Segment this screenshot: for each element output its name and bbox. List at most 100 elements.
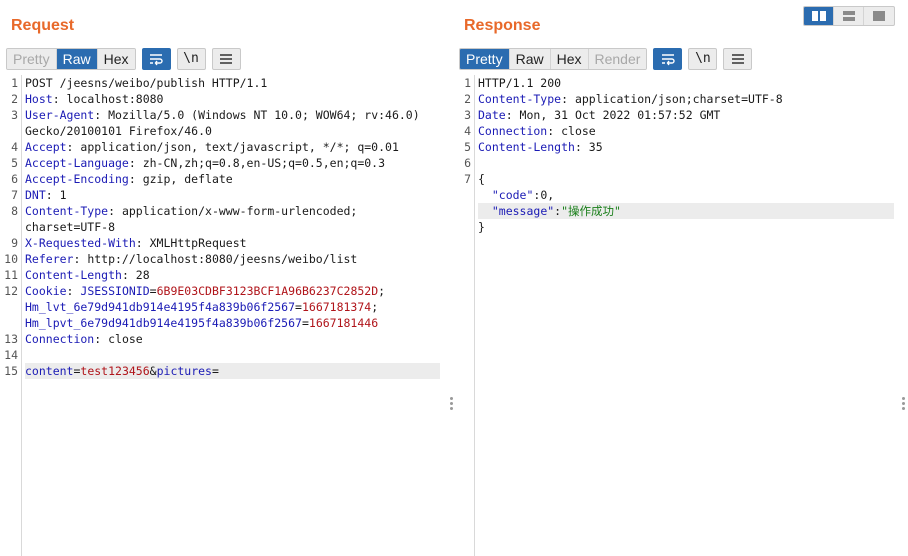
token: HTTP/1.1 200 xyxy=(478,76,562,90)
token: & xyxy=(149,364,157,378)
token: : http://localhost:8080/jeesns/weibo/lis… xyxy=(73,252,358,266)
token: content xyxy=(25,364,74,378)
line-number: 5 xyxy=(11,156,18,170)
request-title: Request xyxy=(11,17,75,34)
code-line: 1 HTTP/1.1 200 xyxy=(453,75,894,91)
token: : application/json;charset=UTF-8 xyxy=(561,92,783,106)
token: Content-Length xyxy=(25,268,122,282)
request-tab-raw[interactable]: Raw xyxy=(56,48,98,69)
token: 1667181374 xyxy=(301,300,372,314)
line-number: 6 xyxy=(11,172,18,186)
code-line: 10 Referer: http://localhost:8080/jeesns/… xyxy=(0,251,440,267)
token: Hm_lvt_6e79d941db914e4195f4a839b06f2567 xyxy=(25,300,296,314)
response-tab-hex[interactable]: Hex xyxy=(550,48,589,69)
line-number: 11 xyxy=(4,268,18,282)
response-panel: Response Pretty Raw Hex Render \n 1 HTTP/… xyxy=(453,0,908,556)
line-text: Hm_lvt_6e79d941db914e4195f4a839b06f2567=… xyxy=(25,299,440,315)
line-text: Accept-Language: zh-CN,zh;q=0.8,en-US;q=… xyxy=(25,155,440,171)
line-number: 3 xyxy=(464,108,471,122)
response-menu-button[interactable] xyxy=(723,47,753,70)
line-number: 7 xyxy=(11,188,18,202)
wrap-lines-icon xyxy=(661,53,675,65)
request-tab-hex[interactable]: Hex xyxy=(97,48,135,69)
token: "message" xyxy=(491,204,555,218)
line-text: { xyxy=(478,171,894,187)
token: Connection xyxy=(25,332,95,346)
token: { xyxy=(478,172,485,186)
request-tab-pretty[interactable]: Pretty xyxy=(7,48,57,69)
line-text: Date: Mon, 31 Oct 2022 01:57:52 GMT xyxy=(478,107,894,123)
response-editor[interactable]: 1 HTTP/1.1 200 2 Content-Type: application/… xyxy=(453,75,894,556)
token: Accept-Encoding xyxy=(25,172,129,186)
request-toolbar: Pretty Raw Hex \n xyxy=(6,47,241,70)
request-menu-button[interactable] xyxy=(211,47,241,70)
token: Content-Type xyxy=(478,92,562,106)
code-line: 12 Cookie: JSESSIONID=6B9E03CDBF3123BCF1A… xyxy=(0,283,440,299)
line-text: User-Agent: Mozilla/5.0 (Windows NT 10.0… xyxy=(25,107,440,123)
response-tab-raw[interactable]: Raw xyxy=(509,48,551,69)
token: : localhost:8080 xyxy=(52,92,164,106)
token: Hm_lpvt_6e79d941db914e4195f4a839b06f2567 xyxy=(25,316,302,330)
code-line: } xyxy=(453,219,894,235)
response-tab-pretty[interactable]: Pretty xyxy=(460,48,510,69)
line-number: 13 xyxy=(4,332,18,346)
code-line: 7 DNT: 1 xyxy=(0,187,440,203)
token: : Mon, 31 Oct 2022 01:57:52 GMT xyxy=(505,108,721,122)
code-line: 4 Accept: application/json, text/javascri… xyxy=(0,139,440,155)
line-text: Hm_lpvt_6e79d941db914e4195f4a839b06f2567… xyxy=(25,315,440,331)
token: } xyxy=(478,220,485,234)
token: pictures xyxy=(156,364,212,378)
response-resize-handle[interactable] xyxy=(902,397,906,410)
request-editor[interactable]: 1 POST /jeesns/weibo/publish HTTP/1.1 2 Hos… xyxy=(0,75,440,556)
token: X-Requested-With xyxy=(25,236,136,250)
token: : application/json, text/javascript, */*… xyxy=(66,140,399,154)
token: 6B9E03CDBF3123BCF1A96B6237C2852D xyxy=(156,284,379,298)
code-line: Gecko/20100101 Firefox/46.0 xyxy=(0,123,440,139)
line-number: 12 xyxy=(4,284,18,298)
token: "code" xyxy=(491,188,534,202)
token: 1667181446 xyxy=(308,316,379,330)
request-panel: Request Pretty Raw Hex \n 1 POST /jeesns/… xyxy=(0,0,447,556)
line-text: Cookie: JSESSIONID=6B9E03CDBF3123BCF1A96… xyxy=(25,283,440,299)
response-view-tabs: Pretty Raw Hex Render xyxy=(459,47,648,70)
token: test123456 xyxy=(80,364,150,378)
response-tab-render[interactable]: Render xyxy=(588,48,647,69)
token: DNT xyxy=(25,188,46,202)
line-number: 3 xyxy=(11,108,18,122)
request-wrap-button[interactable] xyxy=(141,47,171,70)
line-text: Referer: http://localhost:8080/jeesns/we… xyxy=(25,251,440,267)
code-line: 5 Content-Length: 35 xyxy=(453,139,894,155)
code-line: 4 Connection: close xyxy=(453,123,894,139)
layout-single-button[interactable] xyxy=(864,7,894,25)
response-wrap-button[interactable] xyxy=(653,47,683,70)
token: : 1 xyxy=(45,188,67,202)
line-number: 15 xyxy=(4,364,18,378)
response-newline-button[interactable]: \n xyxy=(688,47,718,70)
code-line: 8 Content-Type: application/x-www-form-ur… xyxy=(0,203,440,219)
layout-stacked-button[interactable] xyxy=(834,7,864,25)
line-number: 5 xyxy=(464,140,471,154)
line-text: HTTP/1.1 200 xyxy=(478,75,894,91)
code-line: 5 Accept-Language: zh-CN,zh;q=0.8,en-US;q… xyxy=(0,155,440,171)
token: : close xyxy=(547,124,596,138)
line-text: } xyxy=(478,219,894,235)
token: = xyxy=(149,284,157,298)
token: Content-Type xyxy=(25,204,109,218)
code-line: 6 Accept-Encoding: gzip, deflate xyxy=(0,171,440,187)
token: : Mozilla/5.0 (Windows NT 10.0; WOW64; r… xyxy=(94,108,420,122)
line-text: content=test123456&pictures= xyxy=(25,363,440,379)
layout-side-by-side-button[interactable] xyxy=(804,7,834,25)
request-newline-button[interactable]: \n xyxy=(176,47,206,70)
token: : application/x-www-form-urlencoded; xyxy=(108,204,358,218)
token: : 35 xyxy=(574,140,603,154)
line-number: 1 xyxy=(11,76,18,90)
line-number: 1 xyxy=(464,76,471,90)
line-text: Content-Length: 28 xyxy=(25,267,440,283)
token: Date xyxy=(478,108,506,122)
code-line: 3 Date: Mon, 31 Oct 2022 01:57:52 GMT xyxy=(453,107,894,123)
hamburger-menu-icon xyxy=(220,53,232,64)
token: POST /jeesns/weibo/publish HTTP/1.1 xyxy=(25,76,268,90)
token: ; xyxy=(371,300,379,314)
response-lines: 1 HTTP/1.1 200 2 Content-Type: application/… xyxy=(453,75,894,235)
